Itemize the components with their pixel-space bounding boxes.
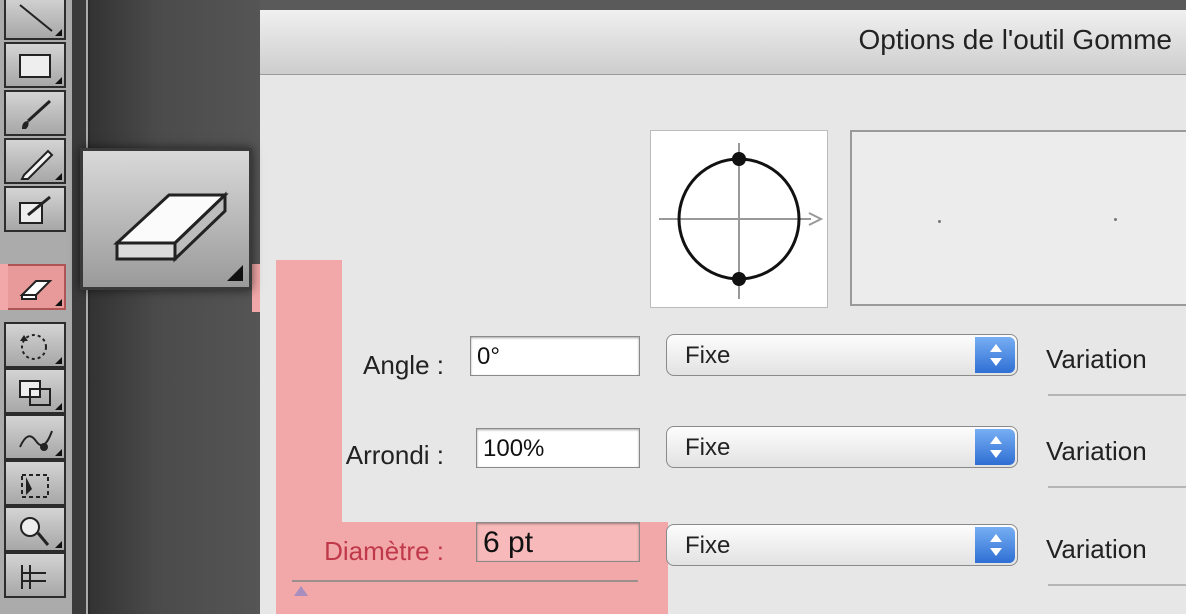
angle-variation-label: Variation [1046, 344, 1147, 374]
roundness-variation-label: Variation [1046, 436, 1147, 466]
tools-panel-edge [72, 0, 86, 614]
dialog-titlebar: Options de l'outil Gomme [260, 10, 1186, 75]
pencil-icon [20, 149, 54, 180]
diameter-slider-track[interactable] [292, 580, 638, 582]
eraser-options-dialog: Options de l'outil Gomme Angle : 0° Fixe… [260, 10, 1186, 614]
highlight-connector [0, 264, 8, 310]
eraser-icon [19, 280, 53, 300]
diameter-field[interactable]: 6 pt [476, 522, 640, 562]
eraser-tool-flyout[interactable] [80, 148, 252, 290]
select-arrows-icon [975, 337, 1015, 373]
variation-slider-track[interactable] [1048, 584, 1186, 586]
rectangle-tool[interactable] [4, 42, 66, 88]
blob-brush-icon [19, 195, 51, 224]
perspective-grid-icon [21, 565, 46, 589]
angle-mode-select[interactable]: Fixe [666, 334, 1018, 376]
brush-shape-icon [659, 143, 824, 299]
blob-brush-tool[interactable] [4, 186, 66, 232]
rotate-icon [20, 334, 47, 360]
select-arrows-icon [975, 429, 1015, 465]
roundness-label: Arrondi : [345, 440, 444, 470]
brush-shape-preview[interactable] [650, 130, 828, 308]
angle-label: Angle : [363, 350, 444, 380]
free-transform-tool[interactable] [4, 460, 66, 506]
angle-mode-value: Fixe [685, 342, 731, 369]
diameter-mode-select[interactable]: Fixe [666, 524, 1018, 566]
stroke-preview [850, 130, 1186, 306]
warp-tool[interactable] [4, 414, 66, 460]
pencil-tool[interactable] [4, 138, 66, 184]
tools-panel [0, 0, 90, 614]
free-transform-icon [21, 474, 49, 498]
warp-icon [19, 430, 53, 451]
perspective-grid-tool[interactable] [4, 552, 66, 598]
shape-builder-icon [20, 517, 50, 546]
variation-slider-track[interactable] [1048, 394, 1186, 396]
dialog-title: Options de l'outil Gomme [858, 24, 1172, 55]
line-segment-icon [19, 4, 53, 32]
variation-slider-track[interactable] [1048, 486, 1186, 488]
roundness-mode-value: Fixe [685, 434, 731, 461]
panel-gap [90, 0, 260, 614]
roundness-mode-select[interactable]: Fixe [666, 426, 1018, 468]
rotate-tool[interactable] [4, 322, 66, 368]
roundness-field[interactable]: 100% [476, 428, 640, 468]
highlight-connector [276, 260, 342, 524]
diameter-mode-value: Fixe [685, 532, 731, 559]
scale-icon [19, 380, 51, 406]
diameter-label: Diamètre : [324, 536, 444, 566]
paintbrush-icon [22, 99, 52, 129]
diameter-slider-thumb[interactable] [294, 586, 308, 596]
angle-field[interactable]: 0° [470, 336, 640, 376]
diameter-variation-label: Variation [1046, 534, 1147, 564]
eraser-tool[interactable] [4, 264, 66, 310]
line-segment-tool[interactable] [4, 0, 66, 40]
eraser-icon [113, 191, 229, 263]
select-arrows-icon [975, 527, 1015, 563]
rectangle-icon [19, 54, 51, 78]
paintbrush-tool[interactable] [4, 90, 66, 136]
scale-tool[interactable] [4, 368, 66, 414]
shape-builder-tool[interactable] [4, 506, 66, 552]
